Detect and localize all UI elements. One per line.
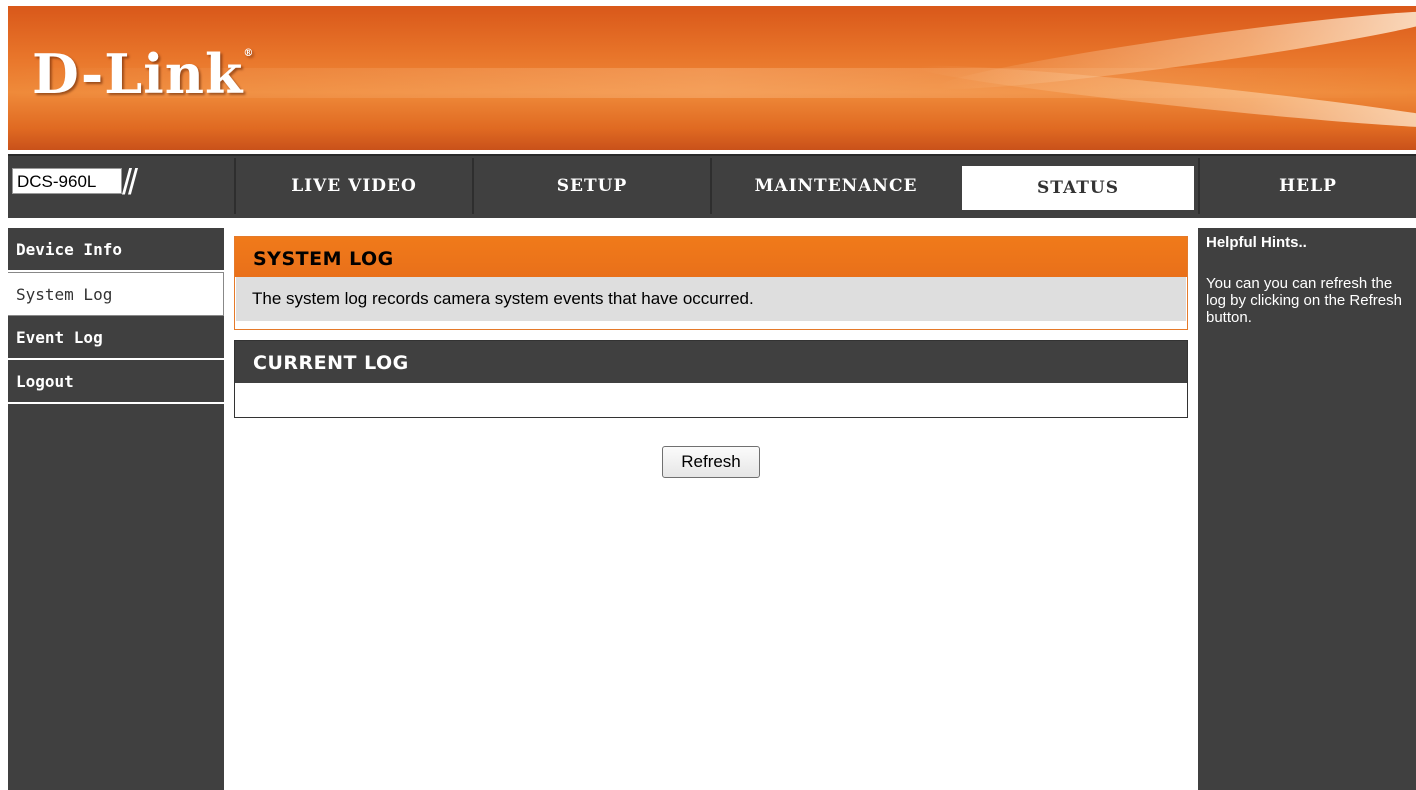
system-log-description: The system log records camera system eve…	[236, 277, 1186, 321]
sidebar-item-event-log[interactable]: Event Log	[8, 316, 224, 360]
header-banner: D-Link®	[8, 6, 1416, 150]
hints-text: You can you can refresh the log by click…	[1206, 275, 1402, 326]
top-nav: DCS-960L // LIVE VIDEO SETUP MAINTENANCE…	[8, 154, 1416, 218]
refresh-button[interactable]: Refresh	[662, 446, 760, 478]
current-log-title: CURRENT LOG	[235, 341, 1187, 383]
model-slash-decoration: //	[122, 161, 138, 202]
helpful-hints-panel: Helpful Hints.. You can you can refresh …	[1198, 228, 1416, 790]
model-name: DCS-960L	[12, 168, 122, 194]
system-log-panel: SYSTEM LOG The system log records camera…	[234, 236, 1188, 330]
sidebar-item-logout[interactable]: Logout	[8, 360, 224, 404]
dlink-logo: D-Link®	[32, 42, 254, 106]
tab-setup[interactable]: SETUP	[472, 158, 710, 214]
model-box: DCS-960L //	[10, 160, 234, 214]
current-log-panel: CURRENT LOG	[234, 340, 1188, 418]
tab-help[interactable]: HELP	[1198, 158, 1416, 214]
system-log-title: SYSTEM LOG	[235, 237, 1187, 277]
trademark-symbol: ®	[243, 48, 255, 59]
tab-status[interactable]: STATUS	[962, 166, 1194, 210]
main-content: SYSTEM LOG The system log records camera…	[224, 228, 1198, 790]
logo-text: D-Link	[32, 42, 244, 106]
tab-maintenance[interactable]: MAINTENANCE	[710, 158, 960, 214]
current-log-content	[235, 383, 1187, 417]
tab-live-video[interactable]: LIVE VIDEO	[234, 158, 472, 214]
sidebar-item-device-info[interactable]: Device Info	[8, 228, 224, 272]
sidebar: Device Info System Log Event Log Logout	[8, 228, 224, 790]
sidebar-item-system-log[interactable]: System Log	[8, 272, 224, 316]
hints-title: Helpful Hints..	[1206, 234, 1307, 251]
